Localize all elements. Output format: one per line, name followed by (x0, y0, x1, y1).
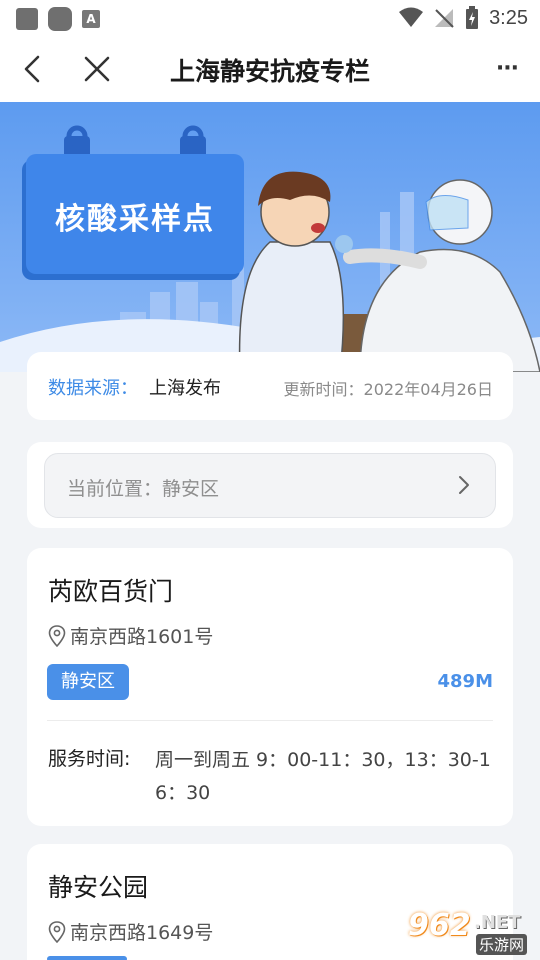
location-text: 当前位置：静安区 (67, 478, 220, 500)
nav-bar: 上海静安抗疫专栏 ··· (0, 36, 540, 102)
update-time: 更新时间：2022年04月26日 (283, 380, 493, 399)
watermark-net: .NET (474, 912, 521, 933)
more-menu-button[interactable]: ··· (496, 56, 519, 81)
location-card: 当前位置：静安区 (27, 442, 513, 528)
service-time-label: 服务时间: (48, 748, 131, 770)
wifi-icon (399, 7, 424, 27)
notification-icon (16, 8, 38, 30)
site-name: 静安公园 (48, 873, 149, 902)
data-source-card: 数据来源： 上海发布 更新时间：2022年04月26日 (27, 352, 513, 420)
banner-board: 核酸采样点 (26, 154, 244, 274)
location-pin-icon (48, 920, 66, 943)
watermark-subtitle: 乐游网 (476, 934, 528, 955)
battery-charging-icon (466, 6, 479, 29)
status-time: 3:25 (489, 6, 528, 29)
service-time-value: 周一到周五 9：00-11：30，13：30-16：30 (155, 749, 491, 804)
district-tag (47, 956, 127, 960)
font-notification-icon: A (82, 10, 100, 28)
location-selector[interactable]: 当前位置：静安区 (44, 453, 496, 518)
site-address: 南京西路1601号 (48, 622, 213, 649)
district-tag: 静安区 (47, 664, 129, 700)
watermark-logo: 962 .NET 乐游网 (404, 908, 534, 956)
chevron-right-icon (459, 476, 469, 494)
data-source-value: 上海发布 (149, 378, 221, 399)
watermark-number: 962 (408, 908, 471, 943)
distance: 489M (437, 671, 494, 692)
data-source-label: 数据来源： (48, 378, 138, 399)
sampling-site-card[interactable]: 芮欧百货门 南京西路1601号 静安区 489M 服务时间: 周一到周五 9：0… (27, 548, 513, 826)
site-address: 南京西路1649号 (48, 918, 213, 945)
site-address-text: 南京西路1601号 (70, 626, 214, 648)
location-pin-icon (48, 624, 66, 647)
page-title: 上海静安抗疫专栏 (169, 57, 370, 86)
site-name: 芮欧百货门 (48, 577, 174, 606)
status-bar: A 3:25 (0, 0, 540, 36)
site-address-text: 南京西路1649号 (70, 922, 214, 944)
no-signal-icon (435, 9, 454, 28)
banner-title: 核酸采样点 (55, 202, 215, 237)
banner: 核酸采样点 (0, 102, 540, 372)
divider (47, 720, 493, 721)
app-notification-icon (48, 7, 72, 31)
